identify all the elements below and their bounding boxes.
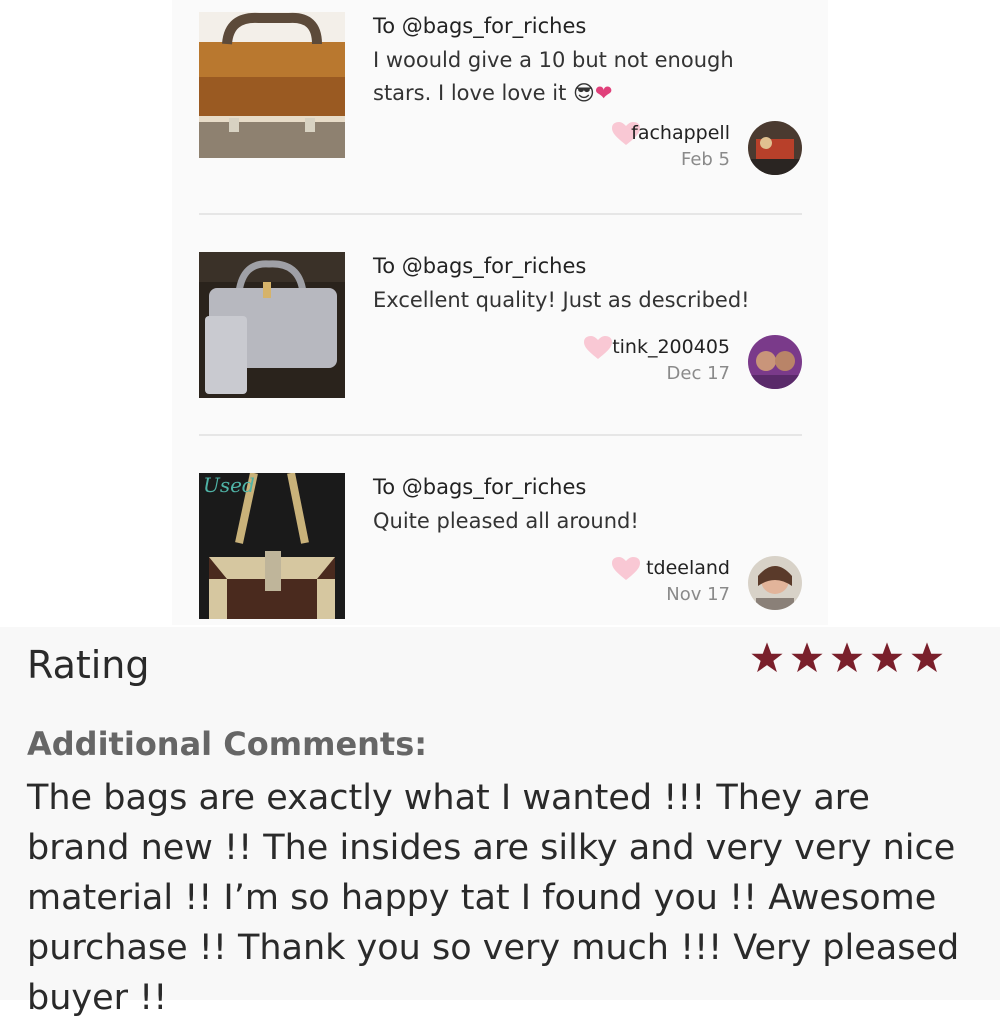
reviewer-username[interactable]: tink_200405 bbox=[612, 334, 730, 360]
review-recipient[interactable]: To @bags_for_riches bbox=[373, 254, 586, 278]
review-divider bbox=[199, 434, 802, 436]
review-date: Nov 17 bbox=[666, 584, 730, 605]
product-thumbnail-western-purse[interactable]: Used bbox=[199, 473, 345, 619]
review-recipient[interactable]: To @bags_for_riches bbox=[373, 14, 586, 38]
reviewer-avatar[interactable] bbox=[748, 556, 802, 610]
star-icon bbox=[911, 642, 943, 673]
product-thumbnail-grey-handbag[interactable] bbox=[199, 252, 345, 398]
reviewer-username[interactable]: tdeeland bbox=[646, 555, 730, 581]
like-heart-icon[interactable] bbox=[584, 336, 612, 360]
reviewer-avatar[interactable] bbox=[748, 335, 802, 389]
review-card: To @bags_for_riches Excellent quality! J… bbox=[199, 252, 802, 422]
sunglasses-emoji-icon: 😎 bbox=[573, 81, 595, 105]
review-card: To @bags_for_riches I woould give a 10 b… bbox=[199, 12, 802, 182]
review-comment: Excellent quality! Just as described! bbox=[373, 288, 750, 312]
reviews-panel: To @bags_for_riches I woould give a 10 b… bbox=[172, 0, 828, 625]
review-comment: Quite pleased all around! bbox=[373, 509, 639, 533]
reviewer-username[interactable]: fachappell bbox=[631, 120, 730, 146]
review-comment: I woould give a 10 but not enough stars.… bbox=[373, 48, 734, 105]
additional-comments-body: The bags are exactly what I wanted !!! T… bbox=[27, 778, 960, 1018]
reviewer-meta: tink_200405 Dec 17 bbox=[612, 334, 730, 388]
product-thumbnail-brown-handbag[interactable] bbox=[199, 12, 345, 158]
additional-comments-title: Additional Comments: bbox=[27, 725, 428, 763]
star-icon bbox=[871, 642, 903, 673]
review-card: Used To @bags_for_riches Quite pleased a… bbox=[199, 473, 802, 625]
star-icon bbox=[751, 642, 783, 673]
rating-section: Rating Additional Comments: The bags are… bbox=[0, 627, 1000, 1018]
like-heart-icon[interactable] bbox=[612, 557, 640, 581]
heart-emoji-icon: ❤ bbox=[594, 81, 613, 105]
used-watermark: Used bbox=[203, 473, 255, 497]
rating-stars bbox=[750, 641, 950, 677]
reviewer-avatar[interactable] bbox=[748, 121, 802, 175]
star-icon bbox=[791, 642, 823, 673]
reviewer-meta: tdeeland Nov 17 bbox=[646, 555, 730, 609]
review-divider bbox=[199, 213, 802, 215]
background-right bbox=[828, 0, 1000, 625]
review-date: Dec 17 bbox=[666, 363, 730, 384]
review-date: Feb 5 bbox=[680, 149, 730, 170]
reviewer-meta: fachappell Feb 5 bbox=[631, 120, 730, 174]
star-icon bbox=[831, 642, 863, 673]
rating-label: Rating bbox=[27, 643, 150, 687]
review-recipient[interactable]: To @bags_for_riches bbox=[373, 475, 586, 499]
